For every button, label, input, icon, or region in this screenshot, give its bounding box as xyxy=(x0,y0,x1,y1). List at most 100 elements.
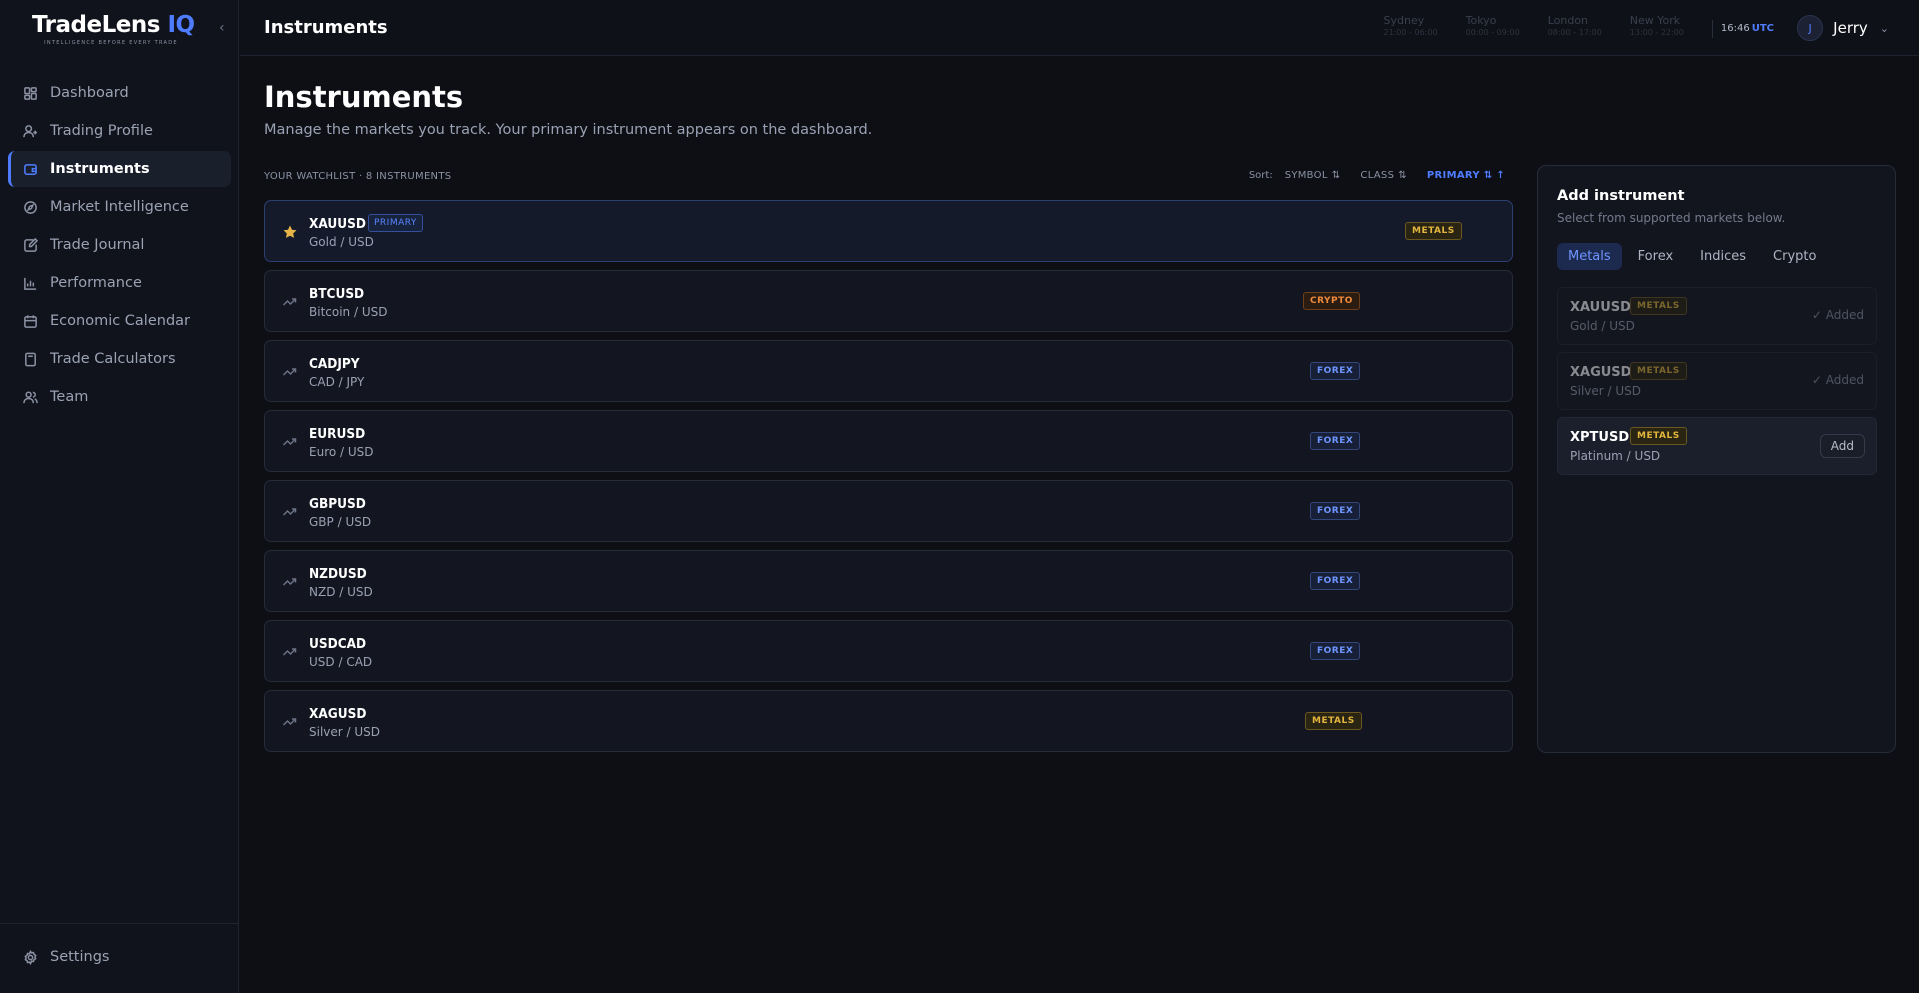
session-time: 00:00 - 09:00 xyxy=(1465,28,1520,37)
row-symbol: XAUUSD xyxy=(1570,300,1631,315)
available-instrument-row: XAUUSD METALS Gold / USD ✓ Added xyxy=(1557,287,1877,345)
page-subtitle: Manage the markets you track. Your prima… xyxy=(264,122,873,138)
sidebar-item-team[interactable]: Team xyxy=(8,379,231,415)
row-symbol: NZDUSD xyxy=(309,566,367,582)
sort-arrows-icon: ⇅ ↑ xyxy=(1483,170,1505,181)
add-instrument-button[interactable]: Add xyxy=(1819,434,1865,458)
session-london: London 08:00 - 17:00 xyxy=(1548,14,1602,37)
add-instrument-panel: Add instrument Select from supported mar… xyxy=(1537,165,1896,753)
row-name: Euro / USD xyxy=(309,445,374,459)
sort-primary-button[interactable]: PRIMARY ⇅ ↑ xyxy=(1427,170,1505,181)
tab-crypto[interactable]: Crypto xyxy=(1762,243,1827,270)
page-title: Instruments xyxy=(264,80,464,114)
row-symbol: GBPUSD xyxy=(309,496,366,512)
session-name: Tokyo xyxy=(1465,14,1497,27)
class-badge: FOREX xyxy=(1310,572,1361,590)
row-name: Gold / USD xyxy=(1570,319,1635,333)
journal-icon xyxy=(22,237,38,253)
available-instrument-row[interactable]: XPTUSD METALS Platinum / USD Add xyxy=(1557,417,1877,475)
sort-label: Sort: xyxy=(1248,170,1273,181)
watchlist-row[interactable]: XAUUSD PRIMARY Gold / USD METALS xyxy=(264,200,1513,262)
sidebar-footer: Settings xyxy=(0,923,239,993)
collapse-sidebar-icon[interactable]: ‹ xyxy=(219,20,233,38)
session-name: Sydney xyxy=(1383,14,1425,27)
class-badge: METALS xyxy=(1405,222,1462,240)
brand-name: TradeLens IQ xyxy=(32,12,195,38)
row-name: CAD / JPY xyxy=(309,375,365,389)
session-time: 13:00 - 22:00 xyxy=(1629,28,1684,37)
sort-symbol-button[interactable]: SYMBOL ⇅ xyxy=(1285,170,1341,181)
sidebar-item-economic-calendar[interactable]: Economic Calendar xyxy=(8,303,231,339)
watchlist-row[interactable]: NZDUSD NZD / USD FOREX xyxy=(264,550,1513,612)
watchlist-row[interactable]: BTCUSD Bitcoin / USD CRYPTO xyxy=(264,270,1513,332)
star-icon[interactable] xyxy=(282,224,298,240)
watchlist: XAUUSD PRIMARY Gold / USD METALS BTCUSD … xyxy=(264,200,1513,760)
sidebar: TradeLens IQ INTELLIGENCE BEFORE EVERY T… xyxy=(0,0,239,993)
tab-metals[interactable]: Metals xyxy=(1557,243,1622,270)
watchlist-heading: YOUR WATCHLIST · 8 INSTRUMENTS xyxy=(264,171,452,182)
row-name: USD / CAD xyxy=(309,655,373,669)
sidebar-item-label: Team xyxy=(50,389,89,405)
watchlist-row[interactable]: XAGUSD Silver / USD METALS xyxy=(264,690,1513,752)
sidebar-item-performance[interactable]: Performance xyxy=(8,265,231,301)
tab-forex[interactable]: Forex xyxy=(1627,243,1685,270)
sidebar-item-settings[interactable]: Settings xyxy=(22,949,109,965)
watchlist-row[interactable]: GBPUSD GBP / USD FOREX xyxy=(264,480,1513,542)
wallet-icon xyxy=(22,161,38,177)
trending-up-icon xyxy=(282,434,298,450)
class-badge: METALS xyxy=(1630,297,1687,315)
trending-up-icon xyxy=(282,714,298,730)
row-symbol: XPTUSD xyxy=(1570,430,1630,445)
row-name: Silver / USD xyxy=(1570,384,1642,398)
session-new-york: New York 13:00 - 22:00 xyxy=(1630,14,1684,37)
row-name: Gold / USD xyxy=(309,235,374,249)
sort-class-button[interactable]: CLASS ⇅ xyxy=(1360,170,1407,181)
team-icon xyxy=(22,389,38,405)
sidebar-nav: Dashboard Trading Profile Instruments Ma… xyxy=(8,75,231,417)
brand-tagline: INTELLIGENCE BEFORE EVERY TRADE xyxy=(44,40,178,46)
sidebar-item-label: Economic Calendar xyxy=(50,313,191,329)
available-instruments: XAUUSD METALS Gold / USD ✓ Added XAGUSD … xyxy=(1557,287,1877,482)
sidebar-item-instruments[interactable]: Instruments xyxy=(8,151,231,187)
tab-indices[interactable]: Indices xyxy=(1689,243,1757,270)
market-tabs: Metals Forex Indices Crypto xyxy=(1557,243,1832,270)
row-symbol: CADJPY xyxy=(309,356,360,372)
brand-logo[interactable]: TradeLens IQ INTELLIGENCE BEFORE EVERY T… xyxy=(32,12,202,48)
row-symbol: BTCUSD xyxy=(309,286,365,302)
sidebar-item-dashboard[interactable]: Dashboard xyxy=(8,75,231,111)
sidebar-item-label: Dashboard xyxy=(50,85,129,101)
market-sessions: Sydney 21:00 - 06:00 Tokyo 00:00 - 09:00… xyxy=(1384,14,1774,38)
user-menu[interactable]: J Jerry ⌄ xyxy=(1797,15,1889,41)
panel-subtitle: Select from supported markets below. xyxy=(1557,211,1786,225)
watchlist-row[interactable]: USDCAD USD / CAD FOREX xyxy=(264,620,1513,682)
sidebar-item-trading-profile[interactable]: Trading Profile xyxy=(8,113,231,149)
class-badge: METALS xyxy=(1630,427,1687,445)
calculator-icon xyxy=(22,351,38,367)
sidebar-item-label: Trading Profile xyxy=(50,123,153,139)
trending-up-icon xyxy=(282,364,298,380)
row-symbol: EURUSD xyxy=(309,426,366,442)
divider xyxy=(1711,20,1713,38)
trending-up-icon xyxy=(282,644,298,660)
available-instrument-row: XAGUSD METALS Silver / USD ✓ Added xyxy=(1557,352,1877,410)
panel-title: Add instrument xyxy=(1557,188,1685,204)
class-badge: FOREX xyxy=(1310,362,1361,380)
topbar: Instruments Sydney 21:00 - 06:00 Tokyo 0… xyxy=(240,0,1919,56)
row-symbol: XAUUSD xyxy=(309,216,366,232)
watchlist-row[interactable]: CADJPY CAD / JPY FOREX xyxy=(264,340,1513,402)
bar-chart-icon xyxy=(22,275,38,291)
user-name: Jerry xyxy=(1833,19,1868,37)
row-name: GBP / USD xyxy=(309,515,372,529)
sort-arrows-icon: ⇅ xyxy=(1398,170,1407,181)
sort-bar: Sort: SYMBOL ⇅ CLASS ⇅ PRIMARY ⇅ ↑ xyxy=(1249,170,1511,181)
primary-badge: PRIMARY xyxy=(368,214,423,232)
row-symbol: XAGUSD xyxy=(1570,365,1632,380)
sidebar-item-market-intelligence[interactable]: Market Intelligence xyxy=(8,189,231,225)
sidebar-item-trade-journal[interactable]: Trade Journal xyxy=(8,227,231,263)
trending-up-icon xyxy=(282,294,298,310)
gear-icon xyxy=(22,949,38,965)
sidebar-item-trade-calculators[interactable]: Trade Calculators xyxy=(8,341,231,377)
watchlist-row[interactable]: EURUSD Euro / USD FOREX xyxy=(264,410,1513,472)
sidebar-item-label: Trade Calculators xyxy=(50,351,176,367)
settings-label: Settings xyxy=(50,949,110,965)
